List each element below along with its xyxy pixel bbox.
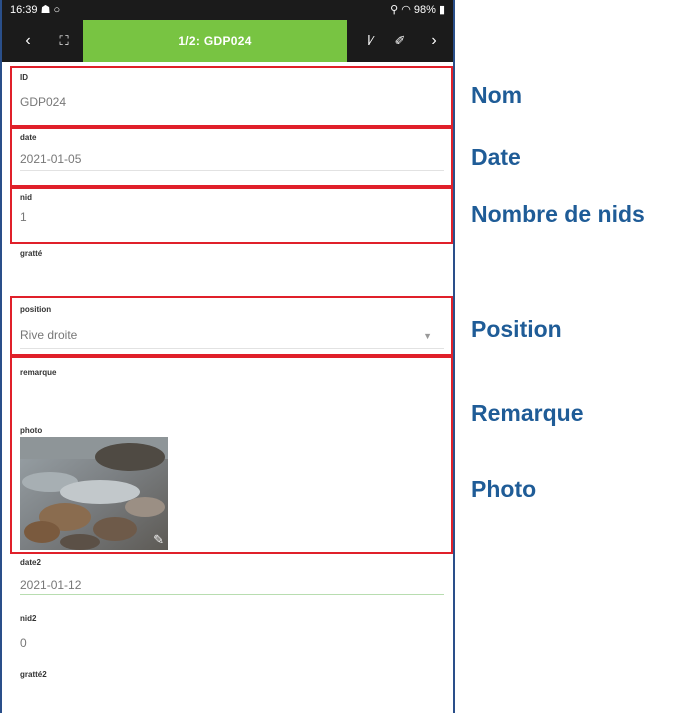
field-nid2-value[interactable]: 0 [20,636,27,650]
battery-icon: ▮ [438,4,445,16]
status-right: ⚲ ◠ 98% ▮ [390,0,445,20]
annotation-position: Position [471,316,562,342]
highlight-nid [10,187,453,244]
annotation-nombre-de-nids: Nombre de nids [471,201,645,227]
field-date2-underline [20,594,444,595]
status-bar: 16:39 ☗ ○ ⚲ ◠ 98% ▮ [2,0,453,20]
highlight-position [10,296,453,356]
field-gratte[interactable]: gratté [10,244,448,296]
record-title: 1/2: GDP024 [83,20,347,62]
top-toolbar: ‹ ⛶ 1/2: GDP024 ⅼ⁄ ✐ › [2,20,453,62]
notification-icons: ☗ ○ [40,4,61,16]
field-date2-label: date2 [20,558,41,567]
back-arrow-icon[interactable]: ‹ [10,20,46,62]
system-icons: ⚲ ◠ 98% [390,4,436,16]
field-gratte-label: gratté [20,249,43,258]
field-date2-value[interactable]: 2021-01-12 [20,578,81,592]
next-arrow-icon[interactable]: › [416,20,452,62]
highlight-date [10,127,453,187]
field-gratte2-label: gratté2 [20,670,47,679]
field-date2[interactable]: date2 2021-01-12 [10,554,448,604]
phone-screen: 16:39 ☗ ○ ⚲ ◠ 98% ▮ ‹ ⛶ 1/2: GDP024 ⅼ⁄ ✐… [0,0,455,713]
edit-geometry-icon[interactable]: ✐ [382,20,418,62]
status-time: 16:39 [10,4,38,16]
status-left: 16:39 ☗ ○ [10,0,60,20]
expand-icon[interactable]: ⛶ [46,20,82,62]
highlight-id [10,66,453,127]
annotation-date: Date [471,144,521,170]
highlight-remarque-photo [10,356,453,554]
annotation-nom: Nom [471,82,523,108]
field-gratte2[interactable]: gratté2 [10,664,448,712]
annotation-remarque: Remarque [471,400,584,426]
field-nid2[interactable]: nid2 0 [10,608,448,660]
annotation-photo: Photo [471,476,537,502]
field-nid2-label: nid2 [20,614,37,623]
